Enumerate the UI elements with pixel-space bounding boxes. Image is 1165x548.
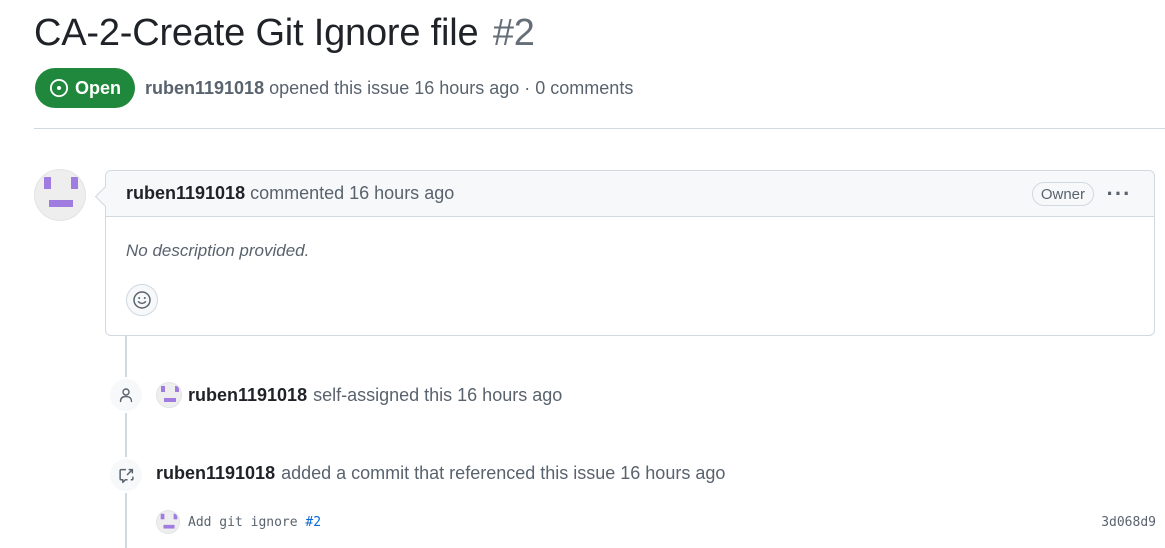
timeline-event-assigned: ruben1191018 self-assigned this 16 hours… xyxy=(156,382,562,408)
issue-title-text: CA-2-Create Git Ignore file xyxy=(34,12,479,54)
issue-state-badge: Open xyxy=(35,68,135,108)
comment-action-text: commented 16 hours ago xyxy=(250,183,455,203)
commit-row: Add git ignore #2 3d068d9 xyxy=(156,509,1156,535)
issue-meta: ruben1191018 opened this issue 16 hours … xyxy=(145,78,633,99)
comment-box: ruben1191018 commented 16 hours ago Owne… xyxy=(105,170,1155,336)
issue-number: #2 xyxy=(492,12,535,54)
timeline-line xyxy=(125,336,127,548)
header-divider xyxy=(34,128,1165,129)
issue-ref-link[interactable]: #2 xyxy=(305,515,321,530)
comment-header: ruben1191018 commented 16 hours ago Owne… xyxy=(106,171,1154,217)
event-author-avatar[interactable] xyxy=(156,382,182,408)
commit-author-avatar[interactable] xyxy=(156,510,180,534)
cross-reference-icon xyxy=(108,457,144,493)
event-author-link[interactable]: ruben1191018 xyxy=(188,385,307,406)
comment-body: No description provided. xyxy=(126,241,310,260)
issue-opened-icon xyxy=(49,78,69,98)
commit-message-link[interactable]: Add git ignore xyxy=(188,515,298,530)
event-author-link[interactable]: ruben1191018 xyxy=(156,463,275,484)
person-icon xyxy=(108,377,144,413)
smiley-icon xyxy=(133,291,151,309)
timeline-event-commit: ruben1191018 added a commit that referen… xyxy=(156,463,725,484)
event-text: added a commit that referenced this issu… xyxy=(281,463,726,483)
comment-menu-icon[interactable]: ··· xyxy=(1104,181,1134,207)
comment-author-avatar[interactable] xyxy=(34,169,86,221)
commit-sha-link[interactable]: 3d068d9 xyxy=(1101,515,1156,530)
issue-title: CA-2-Create Git Ignore file #2 xyxy=(34,12,535,55)
commit-message: Add git ignore #2 xyxy=(188,515,321,530)
owner-badge: Owner xyxy=(1031,182,1094,206)
issue-opened-text: opened this issue 16 hours ago · 0 comme… xyxy=(269,78,634,98)
comment-author-link[interactable]: ruben1191018 xyxy=(126,183,245,204)
issue-author-link[interactable]: ruben1191018 xyxy=(145,78,264,98)
issue-state-label: Open xyxy=(74,77,121,98)
add-reaction-button[interactable] xyxy=(126,284,158,316)
event-text: self-assigned this 16 hours ago xyxy=(313,384,563,405)
